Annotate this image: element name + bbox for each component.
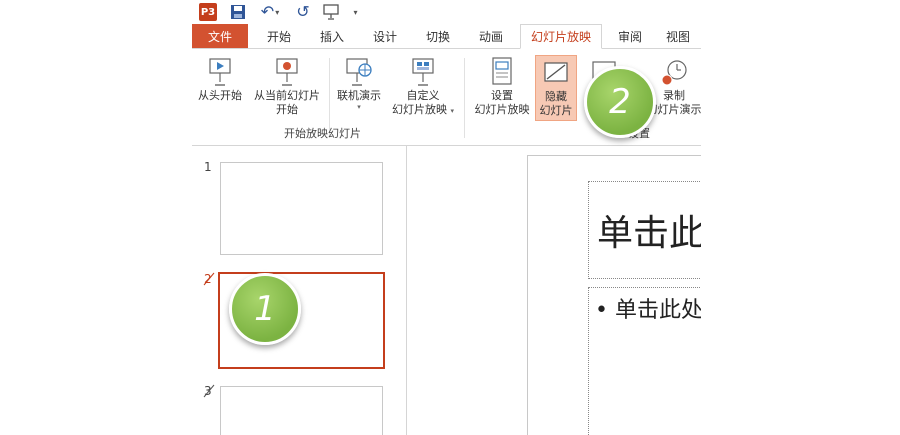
hide-slide-label-2: 幻灯片 — [539, 104, 573, 117]
from-current-slide-button[interactable]: 从当前幻灯片 开始 — [248, 55, 326, 117]
save-button[interactable] — [228, 2, 248, 22]
customize-qat-button[interactable]: ▾ — [349, 2, 361, 22]
setup-slideshow-button[interactable]: 设置 幻灯片放映 — [470, 55, 534, 117]
powerpoint-app-icon[interactable]: P3 — [198, 2, 218, 22]
powerpoint-window: P3 ↶ ▾ ↺ ▾ 文件 开始 插入 设计 切换 动画 幻灯片放映 审阅 视图… — [192, 0, 701, 435]
custom-slideshow-icon — [407, 55, 439, 89]
tab-animations[interactable]: 动画 — [466, 24, 516, 48]
setup-slideshow-label-1: 设置 — [491, 89, 513, 102]
app-logo-icon: P3 — [199, 3, 217, 21]
redo-icon: ↺ — [296, 2, 310, 21]
undo-button[interactable]: ↶ ▾ — [256, 2, 284, 22]
tab-view[interactable]: 视图 — [658, 24, 698, 48]
play-from-current-icon — [271, 55, 303, 89]
step-1-callout: 1 — [229, 273, 301, 345]
slide-number-3: 3 — [203, 384, 215, 398]
hide-slide-button[interactable]: 隐藏 幻灯片 — [535, 55, 577, 121]
undo-dropdown-icon[interactable]: ▾ — [275, 8, 279, 17]
tab-review[interactable]: 审阅 — [608, 24, 652, 48]
chevron-down-icon: ▾ — [357, 103, 361, 111]
present-online-icon — [343, 55, 375, 89]
content-placeholder-text: • 单击此处 — [595, 298, 701, 323]
hidden-slide-mark-icon — [203, 272, 215, 286]
start-slideshow-group-label: 开始放映幻灯片 — [284, 127, 361, 140]
slide-number-2: 2 — [203, 272, 215, 286]
presentation-icon — [323, 4, 339, 20]
redo-button[interactable]: ↺ — [293, 2, 313, 22]
from-current-label-1: 从当前幻灯片 — [254, 89, 320, 102]
from-beginning-button[interactable]: 从头开始 — [194, 55, 246, 103]
tab-insert[interactable]: 插入 — [308, 24, 356, 48]
chevron-down-icon: ▾ — [450, 107, 454, 115]
setup-slideshow-icon — [486, 55, 518, 89]
chevron-down-icon: ▾ — [353, 7, 358, 17]
from-current-label-2: 开始 — [276, 103, 298, 116]
tab-file[interactable]: 文件 — [192, 24, 248, 48]
present-online-label: 联机演示 — [337, 89, 381, 102]
hide-slide-label-1: 隐藏 — [545, 90, 567, 103]
custom-slideshow-button[interactable]: 自定义 幻灯片放映 ▾ — [388, 55, 458, 118]
slide-number-1: 1 — [204, 160, 212, 174]
play-from-start-icon — [204, 55, 236, 89]
step-2-callout: 2 — [584, 66, 656, 138]
slide-thumbnail-1[interactable] — [220, 162, 383, 255]
hide-slide-icon — [540, 56, 572, 90]
from-beginning-label: 从头开始 — [198, 89, 242, 102]
setup-slideshow-label-2: 幻灯片放映 — [474, 103, 530, 116]
custom-slideshow-label-2: 幻灯片放映 ▾ — [391, 103, 454, 116]
tab-slideshow[interactable]: 幻灯片放映 — [520, 24, 602, 49]
present-online-button[interactable]: 联机演示 ▾ — [332, 55, 386, 111]
save-icon — [231, 5, 245, 19]
custom-slideshow-label-1: 自定义 — [406, 89, 440, 102]
tab-home[interactable]: 开始 — [254, 24, 304, 48]
title-placeholder-text: 单击此 — [597, 213, 701, 254]
undo-icon: ↶ — [260, 2, 275, 21]
record-slideshow-icon — [658, 55, 690, 89]
tab-transitions[interactable]: 切换 — [414, 24, 462, 48]
hidden-slide-mark-icon — [203, 384, 215, 398]
tab-design[interactable]: 设计 — [360, 24, 410, 48]
group-separator — [464, 58, 465, 138]
slide-thumbnail-3[interactable] — [220, 386, 383, 435]
record-slideshow-label-1: 录制 — [663, 89, 685, 102]
quick-access-toolbar: P3 ↶ ▾ ↺ ▾ — [192, 0, 701, 24]
start-presentation-button[interactable] — [321, 2, 341, 22]
